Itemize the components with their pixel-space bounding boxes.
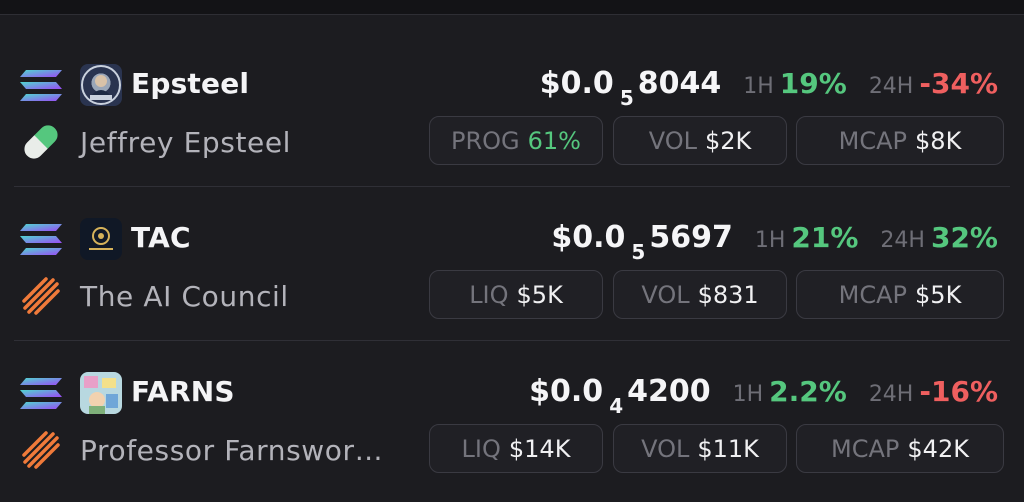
stat-value: $5K — [915, 280, 962, 309]
solana-icon — [20, 224, 62, 255]
solana-icon — [20, 70, 62, 101]
stat-value: $5K — [516, 280, 563, 309]
solana-icon — [20, 378, 62, 409]
token-avatar-tac — [80, 218, 122, 260]
price-zero-count: 5 — [631, 240, 646, 264]
change-24h-label: 24H — [868, 382, 914, 407]
change-24h-value: -34% — [919, 67, 998, 100]
price-prefix: $0.0 — [551, 220, 626, 255]
stat-key: VOL — [641, 434, 690, 463]
stat-key: PROG — [451, 126, 520, 155]
top-bar — [0, 0, 1024, 15]
change-1h-label: 1H — [743, 74, 774, 99]
pill-icon — [23, 124, 59, 160]
token-row-epsteel[interactable]: Epsteel $0.0 5 8044 1H 19% 24H -34% Jeff… — [0, 32, 1024, 186]
token-name: Professor Farnswor… — [80, 434, 384, 467]
stat-pill-mcap: MCAP $42K — [796, 424, 1004, 473]
stat-pill-liq: LIQ $5K — [429, 270, 603, 319]
token-ticker: FARNS — [131, 375, 235, 408]
cartoon-professor-icon — [84, 376, 118, 414]
price-zero-count: 5 — [619, 86, 634, 110]
price-zero-count: 4 — [609, 394, 624, 418]
stat-pill-prog: PROG 61% — [429, 116, 603, 165]
price-prefix: $0.0 — [539, 66, 614, 101]
stat-value: $14K — [508, 434, 571, 463]
launchpad-stripes-icon — [22, 431, 60, 469]
token-price: $0.0 4 4200 — [529, 374, 711, 418]
council-emblem-icon — [89, 227, 113, 250]
price-digits: 5697 — [649, 220, 733, 255]
stat-key: LIQ — [461, 434, 501, 463]
stat-key: LIQ — [469, 280, 509, 309]
stat-value: $2K — [704, 126, 752, 155]
token-row-farns[interactable]: FARNS $0.0 4 4200 1H 2.2% 24H -16% Profe… — [0, 340, 1024, 494]
change-1h-label: 1H — [732, 382, 764, 407]
stat-value: $8K — [915, 126, 962, 155]
launchpad-stripes-icon — [22, 277, 60, 315]
change-24h-value: -16% — [919, 375, 998, 408]
change-1h-value: 2.2% — [769, 375, 847, 408]
token-price: $0.0 5 5697 — [551, 220, 733, 264]
stat-pill-vol: VOL $2K — [613, 116, 787, 165]
price-digits: 8044 — [637, 66, 722, 101]
price-change-line: $0.0 5 5697 1H 21% 24H 32% — [551, 220, 998, 264]
change-1h-value: 21% — [791, 221, 859, 254]
stat-value: $831 — [697, 280, 759, 309]
stat-value: $42K — [907, 434, 969, 463]
change-24h-value: 32% — [930, 221, 998, 254]
token-name: The AI Council — [80, 280, 289, 313]
token-avatar-epsteel — [80, 64, 122, 106]
stat-key: VOL — [648, 126, 697, 155]
token-price: $0.0 5 8044 — [539, 66, 722, 110]
stat-pill-mcap: MCAP $5K — [796, 270, 1004, 319]
token-avatar-farns — [80, 372, 122, 414]
stat-pill-vol: VOL $11K — [613, 424, 787, 473]
token-row-tac[interactable]: TAC $0.0 5 5697 1H 21% 24H 32% The AI Co… — [0, 186, 1024, 340]
token-name: Jeffrey Epsteel — [80, 126, 292, 159]
change-1h-value: 19% — [779, 67, 847, 100]
stat-key: MCAP — [838, 126, 908, 155]
change-1h-label: 1H — [754, 228, 786, 253]
stat-pill-liq: LIQ $14K — [429, 424, 603, 473]
price-prefix: $0.0 — [529, 374, 604, 409]
token-ticker: TAC — [131, 221, 191, 254]
change-24h-label: 24H — [880, 228, 925, 253]
stat-value: 61% — [527, 126, 581, 155]
stat-key: MCAP — [838, 280, 908, 309]
stat-pill-mcap: MCAP $8K — [796, 116, 1004, 165]
token-ticker: Epsteel — [131, 67, 250, 100]
stat-key: MCAP — [831, 434, 900, 463]
stat-pill-vol: VOL $831 — [613, 270, 787, 319]
price-change-line: $0.0 5 8044 1H 19% 24H -34% — [539, 66, 998, 110]
change-24h-label: 24H — [868, 74, 914, 99]
stat-key: VOL — [641, 280, 690, 309]
stat-value: $11K — [697, 434, 759, 463]
price-change-line: $0.0 4 4200 1H 2.2% 24H -16% — [529, 374, 998, 418]
price-digits: 4200 — [627, 374, 711, 409]
seal-portrait-icon — [81, 65, 121, 105]
